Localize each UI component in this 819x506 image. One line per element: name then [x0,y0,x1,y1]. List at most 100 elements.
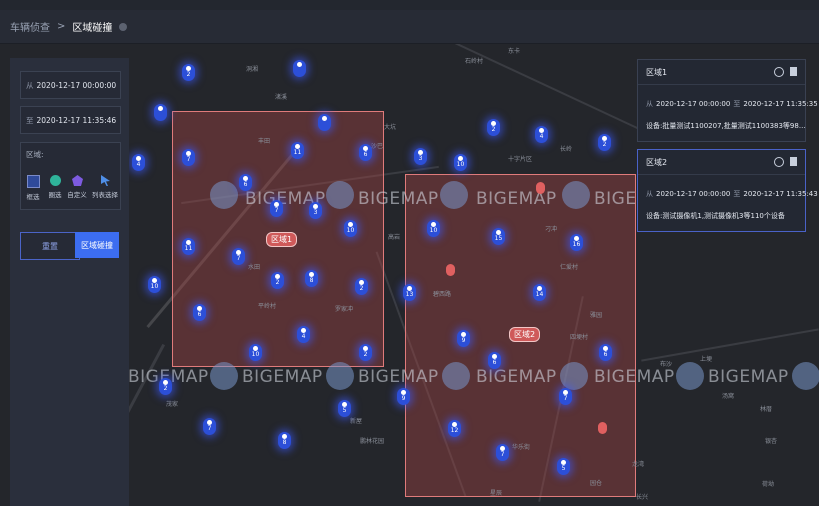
cluster-pin[interactable]: 16 [570,234,583,251]
region-card-2[interactable]: 区域2 从 2020-12-17 00:00:00 至 2020-12-17 1… [637,149,818,232]
cluster-pin[interactable]: 4 [535,126,548,143]
place-label: 布沙 [660,361,673,368]
watermark-logo [792,362,819,390]
cluster-pin[interactable]: 9 [457,330,470,347]
cluster-pin[interactable]: 10 [148,276,161,293]
cluster-pin[interactable]: 4 [297,326,310,343]
trash-icon[interactable] [790,157,797,166]
cluster-pin[interactable]: 2 [355,278,368,295]
breadcrumb-separator: > [57,21,66,32]
place-label: 东卡 [508,48,521,55]
polygon-select-button[interactable]: 自定义 [67,175,87,199]
cluster-pin[interactable]: 2 [598,134,611,151]
cluster-pin[interactable] [154,104,167,121]
cluster-pin[interactable]: 10 [344,220,357,237]
place-label: 丰田 [258,138,271,145]
watermark-logo [210,362,238,390]
card-device-prefix: 设备: [646,122,663,130]
cluster-pin[interactable]: 8 [305,270,318,287]
place-label: 仁爱村 [560,264,579,271]
card-device-value: 批量测试1100207,批量测试1100383等98... [662,122,806,130]
watermark-logo [210,181,238,209]
watermark-logo [326,181,354,209]
region-1-label: 区域1 [266,232,298,247]
cluster-pin[interactable]: 2 [271,272,284,289]
card-from-value: 2020-12-17 00:00:00 [656,100,731,108]
cluster-pin[interactable]: 3 [309,202,322,219]
reset-button[interactable]: 重置 [20,232,80,260]
cluster-pin[interactable]: 5 [338,400,351,417]
cluster-pin[interactable] [318,114,331,131]
red-location-pin[interactable] [536,182,545,194]
cluster-pin[interactable]: 15 [492,228,505,245]
cluster-pin[interactable]: 8 [278,432,291,449]
start-time-value: 2020-12-17 00:00:00 [36,80,117,90]
circle-select-icon [49,175,61,186]
end-time-prefix: 至 [26,115,34,125]
breadcrumb-parent[interactable]: 车辆侦查 [10,19,50,34]
card-to-value: 2020-12-17 11:35:43 [743,190,818,198]
cluster-pin[interactable]: 13 [403,284,416,301]
place-label: 水田 [248,264,261,271]
card-device-prefix: 设备: [646,212,663,220]
start-time-prefix: 从 [26,80,34,90]
start-time-field[interactable]: 从 2020-12-17 00:00:00 [20,71,121,99]
circle-select-button[interactable]: 圈选 [45,175,65,199]
place-label: 大坑 [384,124,397,131]
watermark: BIGEMAP [476,367,557,387]
cluster-pin[interactable]: 10 [249,344,262,361]
cluster-pin[interactable]: 9 [397,388,410,405]
cluster-pin[interactable]: 12 [448,420,461,437]
cluster-pin[interactable]: 7 [203,418,216,435]
cluster-pin[interactable]: 4 [132,154,145,171]
cluster-pin[interactable] [293,60,306,77]
watermark-logo [676,362,704,390]
cluster-pin[interactable]: 6 [599,344,612,361]
red-location-pin[interactable] [598,422,607,434]
locate-icon[interactable] [774,157,784,167]
area-collide-button[interactable]: 区域碰撞 [75,232,119,258]
top-strip [0,0,819,10]
trash-icon[interactable] [790,67,797,76]
watermark-logo [440,181,468,209]
cluster-pin[interactable]: 7 [270,200,283,217]
locate-icon[interactable] [774,67,784,77]
cursor-list-icon [100,175,111,186]
list-select-button[interactable]: 列表选择 [91,175,119,199]
cluster-pin[interactable]: 7 [182,149,195,166]
cluster-pin[interactable]: 6 [359,144,372,161]
cluster-pin[interactable]: 11 [182,238,195,255]
place-label: 罗家冲 [335,306,354,313]
cluster-pin[interactable]: 2 [487,119,500,136]
cluster-pin[interactable]: 10 [427,220,440,237]
place-label: 鹏林花园 [360,438,385,445]
cluster-pin[interactable]: 7 [496,444,509,461]
cluster-pin[interactable]: 6 [488,352,501,369]
watermark: BIGEMAP [708,367,789,387]
place-label: 龙湾 [632,461,645,468]
cluster-pin[interactable]: 7 [559,388,572,405]
cluster-pin[interactable]: 2 [359,344,372,361]
cluster-pin[interactable]: 3 [414,148,427,165]
cluster-pin[interactable]: 11 [291,142,304,159]
help-icon[interactable] [119,22,128,31]
end-time-field[interactable]: 至 2020-12-17 11:35:46 [20,106,121,134]
road [641,328,819,362]
place-label: 银杏 [765,438,778,445]
cluster-pin[interactable]: 7 [232,248,245,265]
cluster-pin[interactable]: 2 [182,64,195,81]
cluster-pin[interactable]: 5 [557,458,570,475]
rectangle-select-button[interactable]: 框选 [23,175,43,201]
card-to-prefix: 至 [733,190,741,198]
cluster-pin[interactable]: 10 [454,154,467,171]
watermark-logo [560,362,588,390]
cluster-pin[interactable]: 14 [533,284,546,301]
cluster-pin[interactable]: 6 [239,174,252,191]
place-label: 四埂村 [570,334,589,341]
cluster-pin[interactable]: 2 [159,378,172,395]
breadcrumb-current: 区域碰撞 [72,23,113,34]
watermark: BIGEMAP [242,367,323,387]
region-card-1[interactable]: 区域1 从 2020-12-17 00:00:00 至 2020-12-17 1… [637,59,818,142]
red-location-pin[interactable] [446,264,455,276]
cluster-pin[interactable]: 6 [193,304,206,321]
